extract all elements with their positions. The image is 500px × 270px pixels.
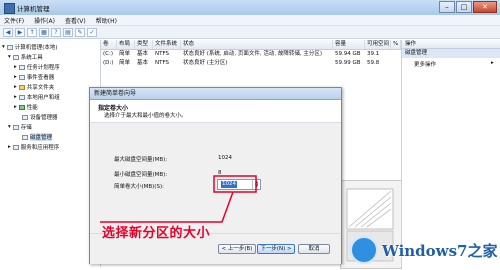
windows-logo-icon — [350, 236, 378, 264]
annotation-highlight-box — [213, 175, 257, 193]
annotation-caption: 选择新分区的大小 — [102, 226, 211, 241]
watermark-text: Windows7之家 — [382, 241, 498, 260]
annotation-overlay — [100, 175, 257, 223]
annotation-pointer-line — [100, 191, 234, 223]
watermark: Windows7之家 — [350, 233, 500, 267]
